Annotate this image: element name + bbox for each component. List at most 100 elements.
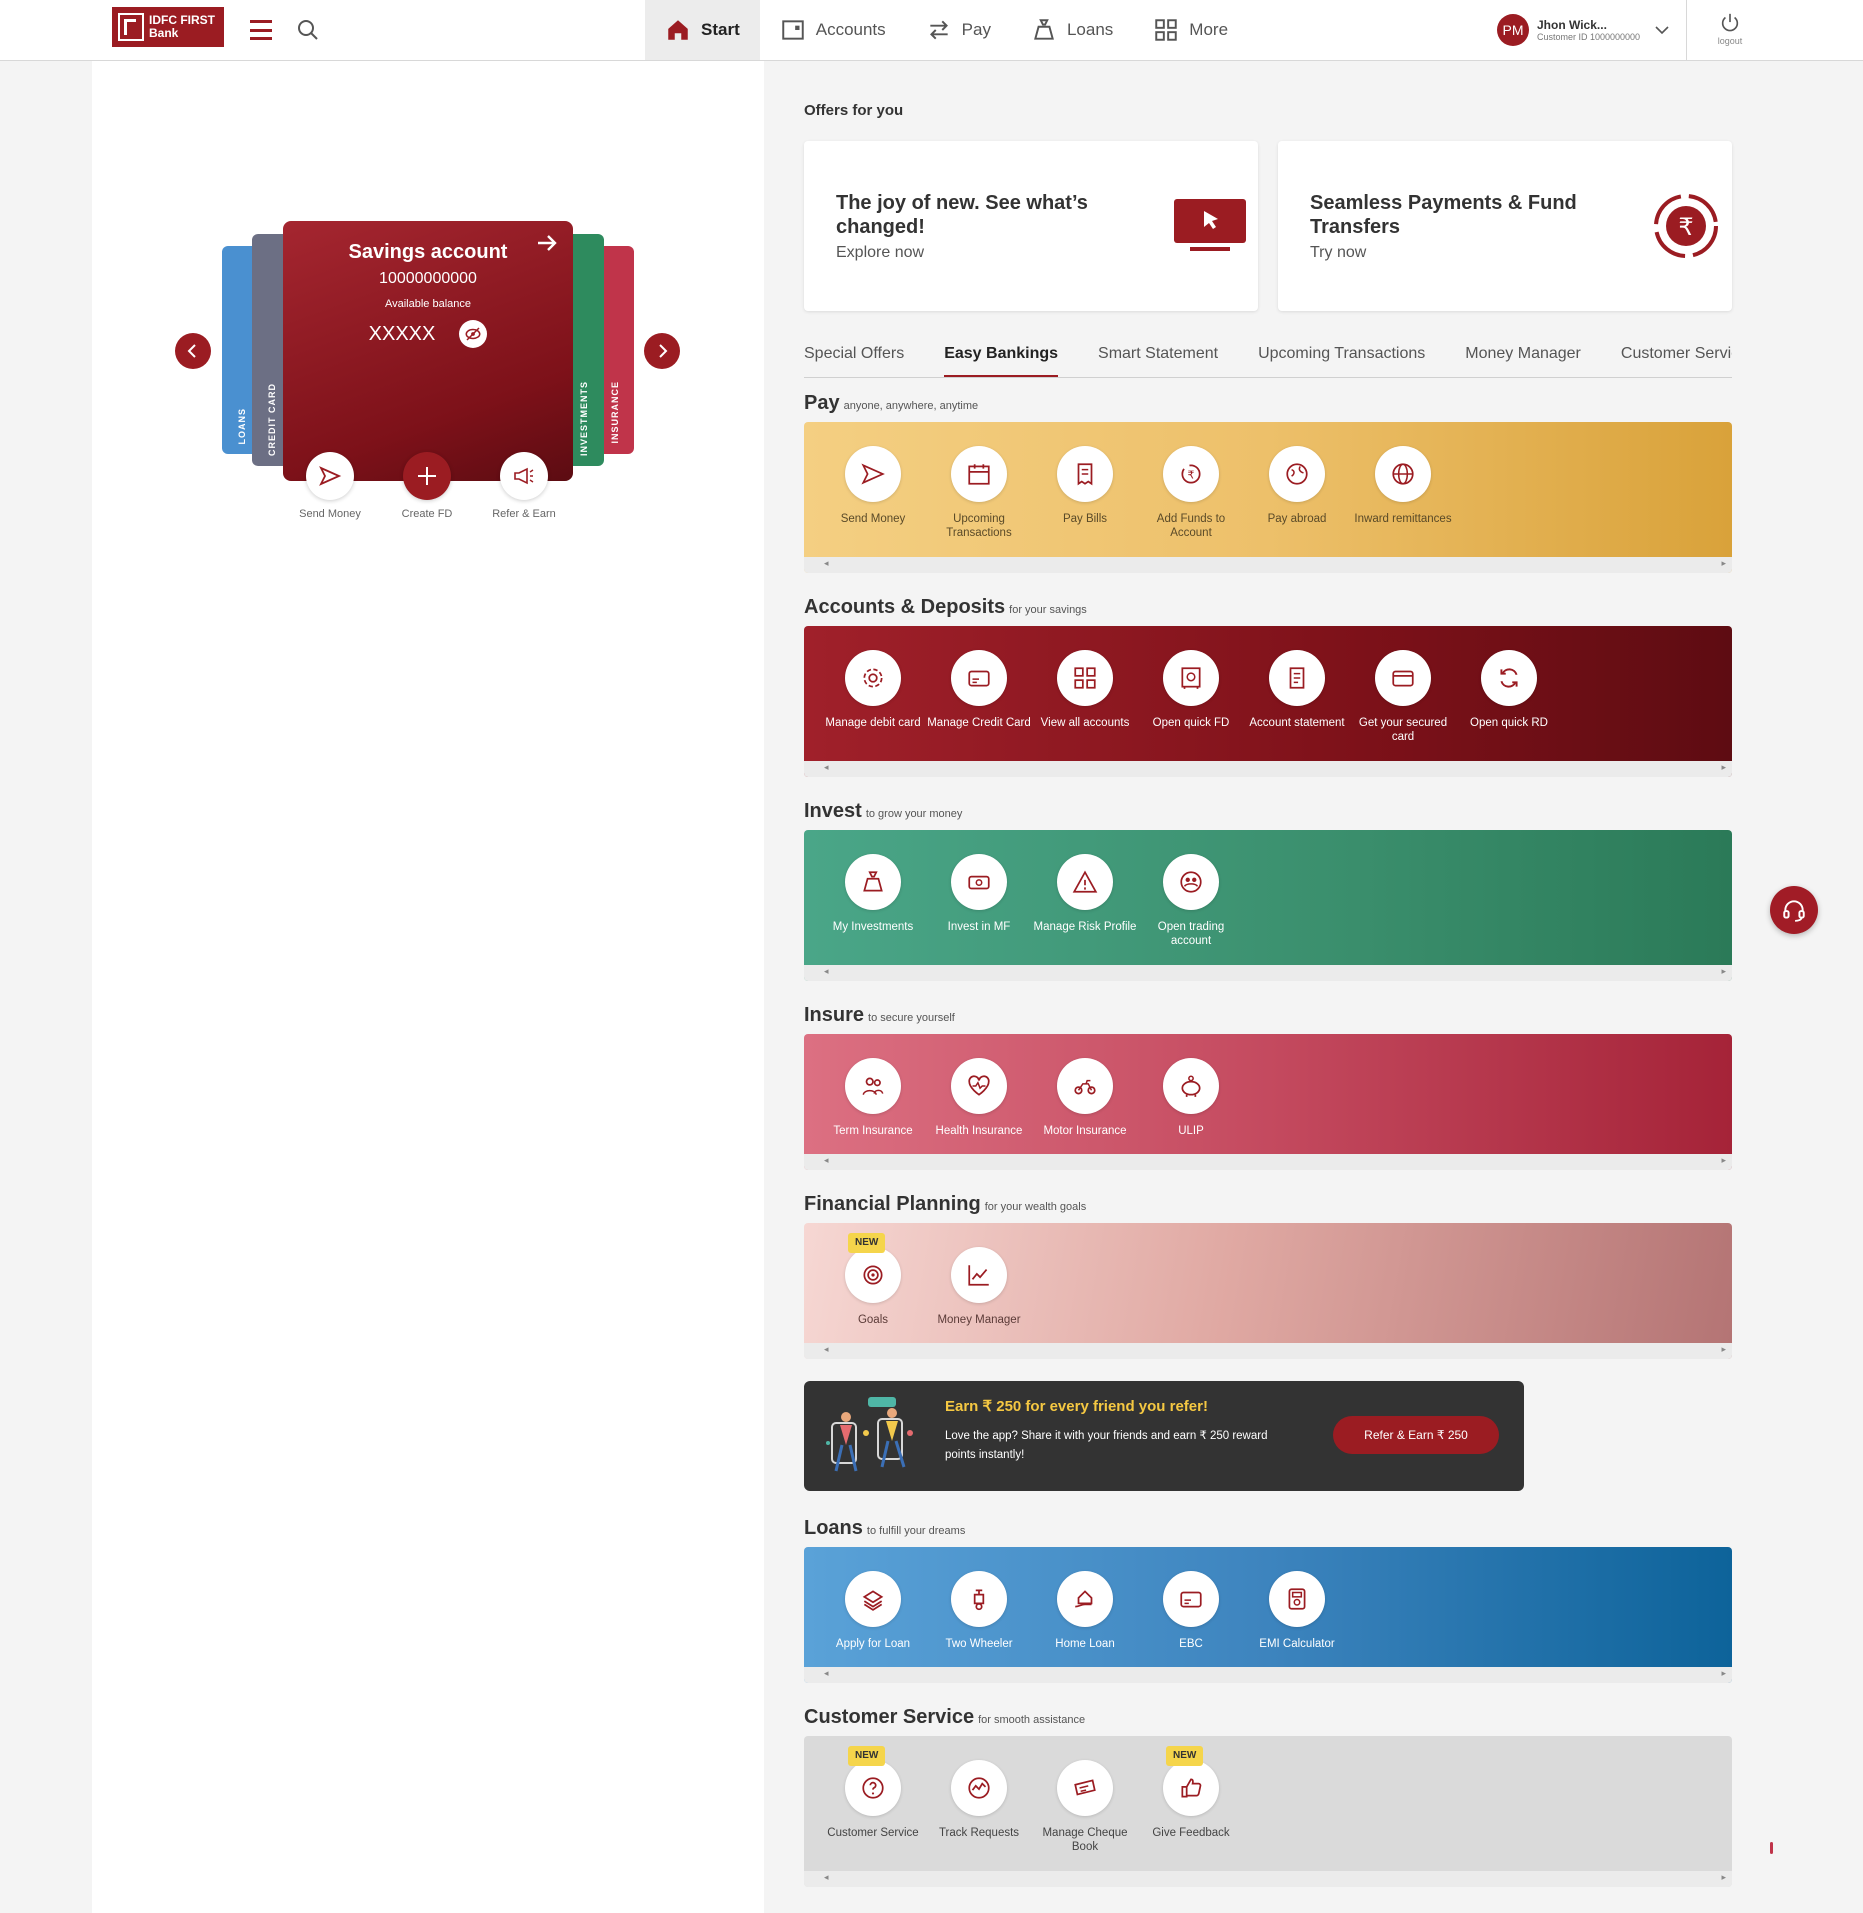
arrow-right-icon[interactable] — [535, 231, 559, 255]
two-wheeler-loan[interactable]: Two Wheeler — [926, 1571, 1032, 1651]
referral-banner: Earn ₹ 250 for every friend you refer! L… — [804, 1381, 1524, 1491]
track-requests[interactable]: Track Requests — [926, 1760, 1032, 1854]
savings-account-card[interactable]: Savings account 10000000000 Available ba… — [283, 221, 573, 481]
horizontal-scrollbar[interactable] — [804, 1154, 1732, 1170]
help-icon — [845, 1760, 901, 1816]
scooter-icon — [951, 1571, 1007, 1627]
view-all-accounts[interactable]: View all accounts — [1032, 650, 1138, 744]
referral-text: Love the app? Share it with your friends… — [945, 1430, 1268, 1461]
tab-money-manager[interactable]: Money Manager — [1465, 342, 1581, 377]
refer-earn-button[interactable]: Refer & Earn ₹ 250 — [1333, 1416, 1499, 1454]
quick-create-fd[interactable]: Create FD — [382, 452, 472, 520]
credit-card-label: CREDIT CARD — [267, 383, 277, 456]
new-badge: NEW — [848, 1746, 886, 1766]
account-statement[interactable]: Account statement — [1244, 650, 1350, 744]
open-quick-fd[interactable]: Open quick FD — [1138, 650, 1244, 744]
nav-pay[interactable]: Pay — [906, 0, 1011, 60]
home-loan[interactable]: Home Loan — [1032, 1571, 1138, 1651]
pay-bills[interactable]: Pay Bills — [1032, 446, 1138, 540]
nav-accounts[interactable]: Accounts — [760, 0, 906, 60]
offer-card-whats-new[interactable]: The joy of new. See what’s changed! Expl… — [804, 141, 1258, 311]
manage-credit-card[interactable]: Manage Credit Card — [926, 650, 1032, 744]
ebc-loan[interactable]: EBC — [1138, 1571, 1244, 1651]
tab-customer-service[interactable]: Customer Servic — [1621, 342, 1732, 377]
nav-start[interactable]: Start — [645, 0, 760, 60]
logo-text-line2: Bank — [149, 26, 179, 40]
carousel-next-button[interactable] — [644, 333, 680, 369]
thumbs-up-icon — [1163, 1760, 1219, 1816]
manage-risk-profile[interactable]: Manage Risk Profile — [1032, 854, 1138, 948]
manage-debit-card[interactable]: Manage debit card — [820, 650, 926, 744]
customer-service[interactable]: NEW Customer Service — [820, 1746, 926, 1854]
referral-title: Earn ₹ 250 for every friend you refer! — [945, 1398, 1208, 1415]
horizontal-scrollbar[interactable] — [804, 965, 1732, 981]
nav-more[interactable]: More — [1133, 0, 1248, 60]
horizontal-scrollbar[interactable] — [804, 761, 1732, 777]
pay-add-funds[interactable]: ₹ Add Funds to Account — [1138, 446, 1244, 540]
eye-off-icon[interactable] — [459, 320, 488, 348]
apply-for-loan[interactable]: Apply for Loan — [820, 1571, 926, 1651]
accounts-section: Manage debit card Manage Credit Card Vie… — [804, 626, 1732, 777]
money-manager[interactable]: Money Manager — [926, 1247, 1032, 1327]
nav-more-label: More — [1189, 20, 1229, 39]
tab-upcoming-transactions[interactable]: Upcoming Transactions — [1258, 342, 1425, 377]
logout-button[interactable]: logout — [1714, 12, 1746, 46]
offer-card-payments[interactable]: Seamless Payments & Fund Transfers Try n… — [1278, 141, 1732, 311]
track-icon — [951, 1760, 1007, 1816]
search-icon[interactable] — [296, 18, 320, 42]
bank-logo[interactable]: IDFC FIRST Bank — [112, 7, 224, 47]
hamburger-menu-icon[interactable] — [250, 20, 272, 40]
horizontal-scrollbar[interactable] — [804, 1667, 1732, 1683]
health-insurance[interactable]: Health Insurance — [926, 1058, 1032, 1138]
open-quick-rd[interactable]: Open quick RD — [1456, 650, 1562, 744]
carousel-prev-button[interactable] — [175, 333, 211, 369]
ulip[interactable]: ULIP — [1138, 1058, 1244, 1138]
power-icon — [1721, 13, 1739, 32]
quick-refer-earn[interactable]: Refer & Earn — [479, 452, 569, 520]
new-badge: NEW — [1166, 1746, 1204, 1766]
user-menu[interactable]: PM Jhon Wick... Customer ID 1000000000 — [1497, 14, 1670, 46]
give-feedback[interactable]: NEW Give Feedback — [1138, 1746, 1244, 1854]
horizontal-scrollbar[interactable] — [804, 1343, 1732, 1359]
motor-insurance[interactable]: Motor Insurance — [1032, 1058, 1138, 1138]
world-icon — [1375, 446, 1431, 502]
divider — [1686, 0, 1687, 60]
chevron-right-icon — [659, 344, 668, 358]
open-trading-account[interactable]: Open trading account — [1138, 854, 1244, 948]
avatar: PM — [1497, 14, 1529, 46]
logout-label: logout — [1717, 36, 1743, 46]
pay-inward-remittances[interactable]: Inward remittances — [1350, 446, 1456, 540]
tab-smart-statement[interactable]: Smart Statement — [1098, 342, 1218, 377]
pay-upcoming-transactions[interactable]: Upcoming Transactions — [926, 446, 1032, 540]
get-secured-card[interactable]: Get your secured card — [1350, 650, 1456, 744]
manage-cheque-book[interactable]: Manage Cheque Book — [1032, 1760, 1138, 1854]
goals[interactable]: NEW Goals — [820, 1233, 926, 1327]
pay-send-money[interactable]: Send Money — [820, 446, 926, 540]
emi-calculator[interactable]: EMI Calculator — [1244, 1571, 1350, 1651]
pay-abroad[interactable]: Pay abroad — [1244, 446, 1350, 540]
target-icon — [845, 1247, 901, 1303]
my-investments[interactable]: My Investments — [820, 854, 926, 948]
tab-easy-bankings[interactable]: Easy Bankings — [944, 342, 1059, 377]
offer-link[interactable]: Try now — [1310, 244, 1366, 262]
section-title-customer-service: Customer Service for smooth assistance — [804, 1706, 1086, 1728]
tab-special-offers[interactable]: Special Offers — [804, 342, 904, 377]
insurance-card-label: INSURANCE — [610, 381, 620, 444]
add-funds-icon: ₹ — [1163, 446, 1219, 502]
nav-loans[interactable]: Loans — [1011, 0, 1133, 60]
nav-pay-label: Pay — [961, 20, 991, 39]
horizontal-scrollbar[interactable] — [804, 1871, 1732, 1887]
card-icon — [1375, 650, 1431, 706]
section-title-insure: Insure to secure yourself — [804, 1004, 955, 1026]
nav-start-label: Start — [701, 20, 740, 39]
home-icon — [668, 20, 688, 40]
quick-create-fd-label: Create FD — [401, 508, 453, 520]
offer-link[interactable]: Explore now — [836, 244, 924, 262]
invest-in-mf[interactable]: Invest in MF — [926, 854, 1032, 948]
globe-icon — [1269, 446, 1325, 502]
term-insurance[interactable]: Term Insurance — [820, 1058, 926, 1138]
quick-send-money[interactable]: Send Money — [285, 452, 375, 520]
offers-heading: Offers for you — [804, 102, 904, 119]
horizontal-scrollbar[interactable] — [804, 557, 1732, 573]
support-chat-button[interactable] — [1770, 886, 1818, 934]
